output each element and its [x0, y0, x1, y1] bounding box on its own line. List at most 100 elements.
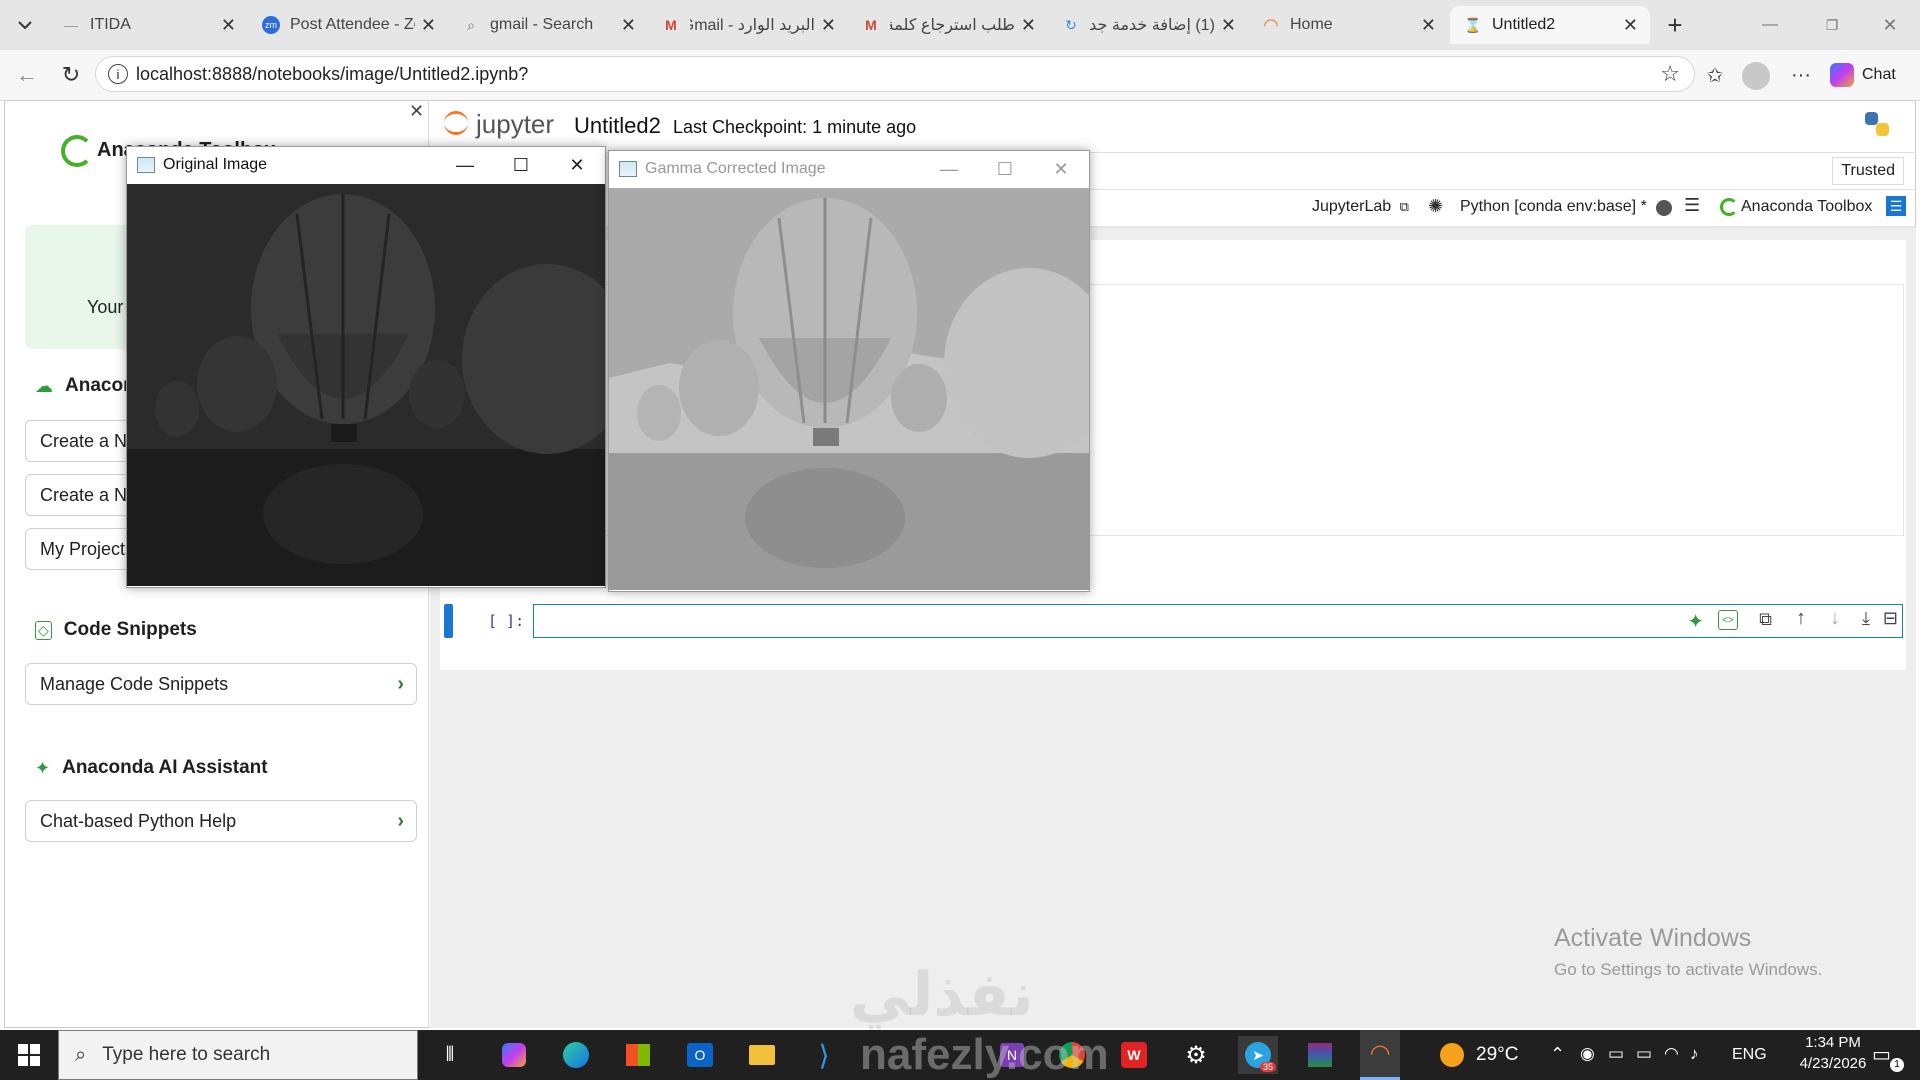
tab-untitled2[interactable]: ⌛ Untitled2 ✕	[1450, 6, 1650, 44]
favorite-star-icon[interactable]: ☆	[1660, 61, 1680, 87]
close-window-button[interactable]: ✕	[1870, 10, 1910, 40]
tab-home[interactable]: ◠ Home ✕	[1248, 6, 1448, 44]
kernel-name[interactable]: Python [conda env:base] *	[1460, 198, 1647, 216]
vscode-icon[interactable]: ⟩	[804, 1036, 844, 1074]
maximize-button[interactable]: ☐	[493, 147, 549, 183]
tab-gmail-search[interactable]: ⌕ gmail - Search ✕	[448, 6, 648, 44]
format-code-icon[interactable]: <>	[1718, 610, 1738, 630]
chat-button[interactable]: Chat	[1830, 58, 1912, 92]
property-inspector-icon[interactable]: ☰	[1886, 196, 1906, 216]
move-down-icon[interactable]: ↓	[1830, 607, 1840, 630]
close-button[interactable]: ✕	[1033, 151, 1089, 187]
telegram-icon[interactable]: ➤ 35	[1238, 1036, 1278, 1074]
tray-camera-icon[interactable]: ▭	[1608, 1044, 1624, 1064]
trusted-badge[interactable]: Trusted	[1832, 157, 1904, 185]
window-app-icon	[137, 157, 155, 173]
edge-icon[interactable]	[556, 1036, 596, 1074]
tab-service[interactable]: ↻ (1) إضافة خدمة جد ✕	[1048, 6, 1248, 44]
new-tab-button[interactable]: +	[1660, 10, 1690, 40]
reload-button[interactable]: ↻	[56, 60, 86, 90]
wifi-icon[interactable]: ◠	[1664, 1044, 1679, 1064]
notebook-name[interactable]: Untitled2	[574, 113, 661, 139]
outlook-icon[interactable]: O	[680, 1036, 720, 1074]
task-view-icon[interactable]: ⫴	[430, 1036, 470, 1074]
close-icon[interactable]: ✕	[621, 15, 636, 36]
weather-widget[interactable]: 29°C	[1440, 1040, 1518, 1070]
tab-list-button[interactable]	[10, 10, 40, 40]
minimize-button[interactable]: —	[1750, 10, 1790, 40]
close-icon[interactable]: ✕	[1221, 15, 1236, 36]
checkpoint-status: Last Checkpoint: 1 minute ago	[673, 117, 917, 137]
clock-date: 4/23/2026	[1799, 1055, 1867, 1072]
python-logo-icon	[1862, 109, 1892, 139]
insert-below-icon[interactable]: ⤓	[1862, 608, 1870, 629]
jupyter-taskbar-icon[interactable]: ◠	[1360, 1030, 1400, 1080]
notifications-icon[interactable]: ▭ 1	[1872, 1042, 1912, 1072]
weather-sun-icon	[1440, 1043, 1464, 1067]
minimize-button[interactable]: —	[921, 151, 977, 187]
original-image-window[interactable]: Original Image — ☐ ✕	[126, 146, 606, 588]
tray-record-icon[interactable]: ◉	[1580, 1044, 1595, 1064]
watermark-site: nafezly.com	[860, 1030, 1109, 1079]
tab-itida[interactable]: — ITIDA ✕	[48, 6, 248, 44]
duplicate-cell-icon[interactable]: ⧉	[1759, 609, 1772, 630]
tab-zoom[interactable]: zm Post Attendee - Zo ✕	[248, 6, 448, 44]
gmail-icon: M	[665, 17, 677, 33]
menu-lines-icon[interactable]: ☰	[1684, 195, 1700, 216]
clock[interactable]: 1:34 PM 4/23/2026	[1788, 1034, 1878, 1072]
close-icon[interactable]: ✕	[1021, 15, 1036, 36]
volume-icon[interactable]: ♪	[1690, 1044, 1699, 1064]
tab-gmail-inbox[interactable]: M البريد الوارد - Gmail ✕	[648, 6, 848, 44]
move-up-icon[interactable]: ↑	[1796, 607, 1806, 630]
close-icon[interactable]: ✕	[221, 15, 236, 36]
favorites-icon[interactable]: ✩	[1700, 60, 1730, 90]
ai-generate-icon[interactable]: ✦	[1687, 609, 1704, 634]
kernel-status-icon	[1656, 200, 1672, 216]
language-indicator[interactable]: ENG	[1732, 1046, 1767, 1064]
winrar-icon[interactable]	[1300, 1036, 1340, 1074]
url-field[interactable]: i localhost:8888/notebooks/image/Untitle…	[95, 56, 1695, 92]
close-icon[interactable]: ✕	[421, 15, 436, 36]
anaconda-toolbox-button[interactable]: Anaconda Toolbox	[1720, 198, 1872, 216]
manage-code-snippets-button[interactable]: Manage Code Snippets ›	[25, 663, 417, 705]
maximize-button[interactable]: ☐	[977, 151, 1033, 187]
battery-icon[interactable]: ▭	[1636, 1044, 1652, 1064]
cloud-icon: ☁	[35, 375, 53, 396]
jupyter-logo-icon[interactable]	[444, 111, 468, 135]
code-cell-input[interactable]: ✦ <> ⧉ ↑ ↓ ⤓ ⊟	[533, 604, 1903, 638]
debugger-icon[interactable]: ✺	[1428, 196, 1443, 217]
close-icon[interactable]: ✕	[1421, 15, 1436, 36]
more-menu-icon[interactable]: ···	[1786, 60, 1816, 90]
info-icon[interactable]: i	[108, 64, 128, 84]
back-button[interactable]: ←	[12, 60, 42, 90]
zoom-icon: zm	[262, 16, 280, 34]
clock-time: 1:34 PM	[1805, 1034, 1861, 1051]
tray-chevron-icon[interactable]: ⌃	[1550, 1044, 1565, 1065]
store-icon[interactable]	[618, 1036, 658, 1074]
hourglass-icon: ⌛	[1464, 16, 1482, 33]
file-explorer-icon[interactable]	[742, 1036, 782, 1074]
close-icon[interactable]: ✕	[1623, 15, 1638, 36]
close-button[interactable]: ✕	[549, 147, 605, 183]
tab-gmail-reset[interactable]: M طلب استرجاع كلمة ✕	[848, 6, 1048, 44]
minimize-button[interactable]: —	[437, 147, 493, 183]
profile-avatar[interactable]	[1742, 62, 1770, 90]
windows-logo-icon	[18, 1044, 40, 1066]
start-button[interactable]	[12, 1040, 46, 1070]
jupyterlab-link[interactable]: JupyterLab ⧉	[1312, 198, 1409, 216]
gamma-corrected-window[interactable]: Gamma Corrected Image — ☐ ✕	[608, 150, 1090, 592]
banner-text: Your	[87, 297, 124, 317]
close-icon[interactable]: ✕	[821, 15, 836, 36]
close-panel-icon[interactable]: ✕	[409, 101, 424, 122]
split-cell-icon[interactable]: ⊟	[1883, 608, 1898, 629]
chat-python-help-button[interactable]: Chat-based Python Help ›	[25, 800, 417, 842]
itida-icon: —	[64, 17, 78, 33]
watermark-arabic: نفذلي	[850, 961, 1034, 1028]
wps-icon[interactable]: W	[1114, 1036, 1154, 1074]
activate-windows-subtitle: Go to Settings to activate Windows.	[1554, 960, 1823, 979]
chatgpt-icon[interactable]: ⚙	[1176, 1036, 1216, 1074]
search-icon: ⌕	[467, 16, 475, 33]
taskbar-search[interactable]: ⌕ Type here to search	[58, 1030, 418, 1080]
copilot-app-icon[interactable]	[494, 1036, 534, 1074]
restore-button[interactable]: ❐	[1812, 10, 1852, 40]
